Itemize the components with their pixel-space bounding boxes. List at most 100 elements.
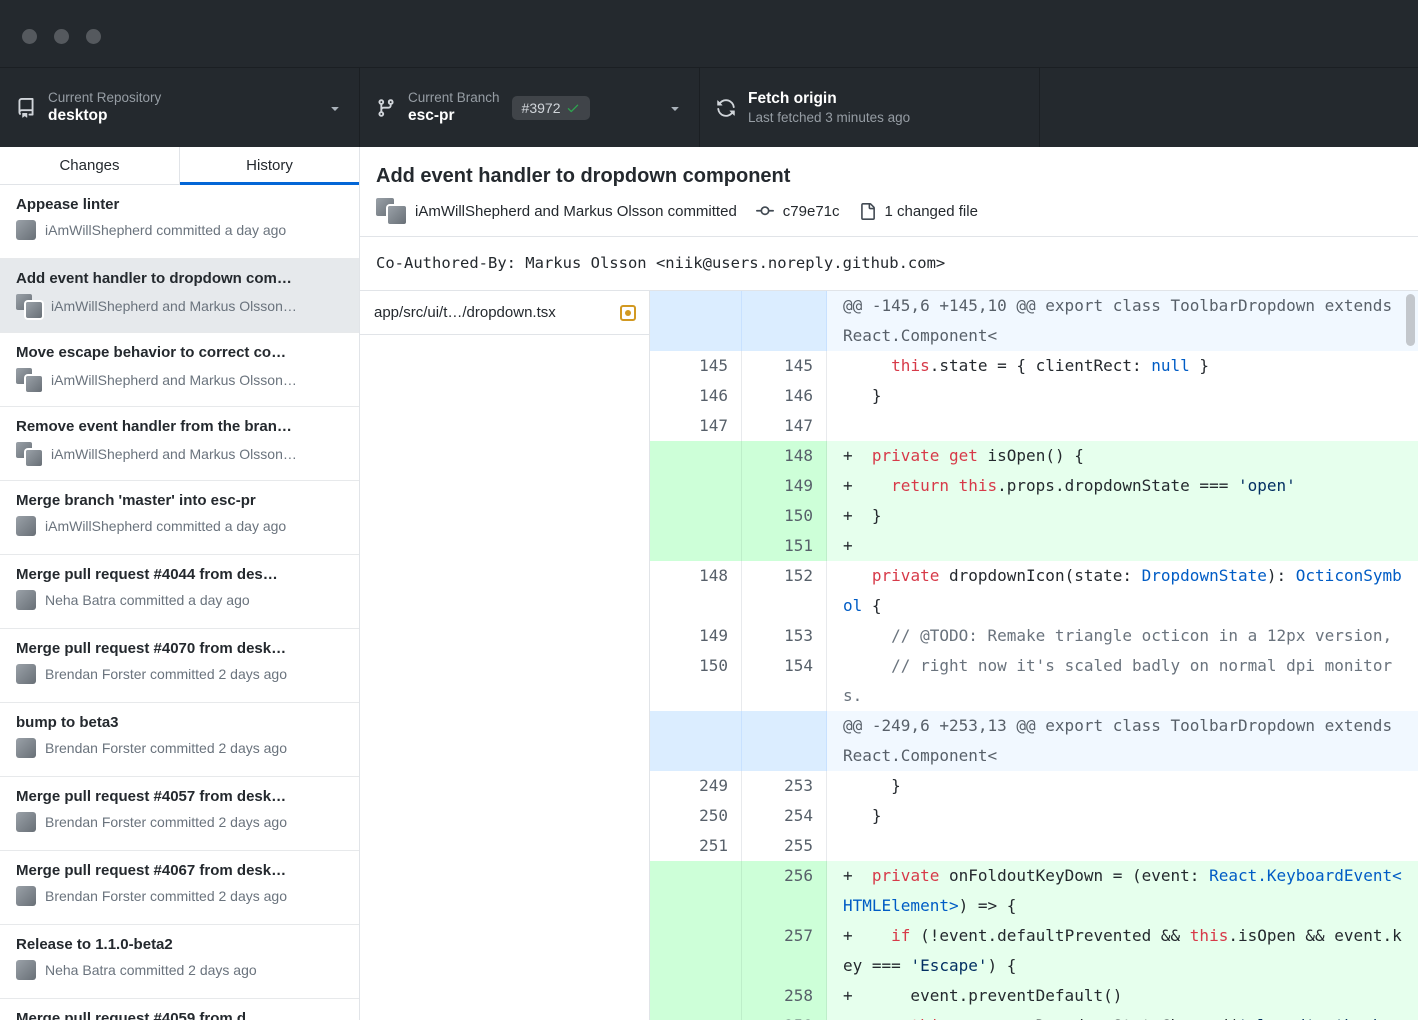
avatar (16, 220, 36, 240)
commit-sha: c79e71c (783, 203, 840, 220)
diff-new-line-number: 147 (742, 411, 827, 441)
diff-code-line: } (827, 381, 1418, 411)
diff-code-line (827, 411, 1418, 441)
diff-new-line-number: 255 (742, 831, 827, 861)
commit-list-item[interactable]: Merge pull request #4059 from d… (0, 999, 359, 1020)
tab-changes-label: Changes (59, 157, 119, 174)
current-branch-button[interactable]: Current Branch esc-pr #3972 (360, 68, 700, 147)
tab-history[interactable]: History (180, 147, 359, 184)
commit-list-item[interactable]: Merge branch 'master' into esc-priAmWill… (0, 481, 359, 555)
commit-item-byline: iAmWillShepherd committed a day ago (45, 518, 286, 534)
branch-label: Current Branch (408, 90, 500, 105)
commit-item-title: bump to beta3 (16, 714, 343, 731)
diff-code-line: } (827, 801, 1418, 831)
diff-code-line: // right now it's scaled badly on normal… (827, 651, 1418, 711)
diff-scrollbar-thumb[interactable] (1406, 294, 1415, 346)
diff-code-line (827, 831, 1418, 861)
diff-row: 145145 this.state = { clientRect: null } (650, 351, 1418, 381)
diff-old-line-number: 150 (650, 651, 742, 711)
diff-old-line-number (650, 531, 742, 561)
commit-item-title: Move escape behavior to correct co… (16, 344, 343, 361)
commit-list-item[interactable]: Release to 1.1.0-beta2 Neha Batra committ… (0, 925, 359, 999)
current-repository-button[interactable]: Current Repository desktop (0, 68, 360, 147)
repository-name: desktop (48, 107, 161, 125)
sync-icon (716, 98, 736, 118)
commit-list-item[interactable]: Add event handler to dropdown com…iAmWil… (0, 259, 359, 333)
commit-item-meta: iAmWillShepherd and Markus Olsson… (16, 442, 343, 466)
commit-detail: Add event handler to dropdown component … (360, 147, 1418, 1020)
commit-item-title: Remove event handler from the bran… (16, 418, 343, 435)
check-icon (566, 101, 580, 115)
diff-row: 250254 } (650, 801, 1418, 831)
changed-file-item[interactable]: app/src/ui/t…/dropdown.tsx (360, 291, 649, 335)
avatar-pair (16, 442, 42, 466)
commit-meta-row: iAmWillShepherd and Markus Olsson commit… (376, 198, 1402, 224)
diff-old-line-number (650, 1011, 742, 1020)
diff-old-line-number (650, 921, 742, 981)
diff-code-line: + return this.props.dropdownState === 'o… (827, 471, 1418, 501)
diff-view: @@ -145,6 +145,10 @@ export class Toolba… (650, 291, 1418, 1020)
diff-row: @@ -145,6 +145,10 @@ export class Toolba… (650, 291, 1418, 351)
diff-new-line-number: 150 (742, 501, 827, 531)
diff-old-line-number: 145 (650, 351, 742, 381)
commit-list-item[interactable]: Move escape behavior to correct co… iAmWi… (0, 333, 359, 407)
commit-list-item[interactable]: bump to beta3 Brendan Forster committed 2… (0, 703, 359, 777)
avatar (26, 302, 42, 318)
diff-new-line-number: 145 (742, 351, 827, 381)
diff-old-line-number: 147 (650, 411, 742, 441)
commit-item-byline: Brendan Forster committed 2 days ago (45, 888, 287, 904)
committer-avatars (376, 198, 406, 224)
diff-old-line-number: 249 (650, 771, 742, 801)
github-desktop-window: Current Repository desktop Current Branc… (0, 0, 1418, 1020)
diff-old-line-number: 251 (650, 831, 742, 861)
toolbar-spacer (1040, 68, 1418, 147)
commit-list-item[interactable]: Merge pull request #4067 from desk… Brend… (0, 851, 359, 925)
commit-list-item[interactable]: Merge pull request #4044 from des…Neha B… (0, 555, 359, 629)
commit-item-meta: Brendan Forster committed 2 days ago (16, 886, 343, 906)
commit-item-title: Appease linter (16, 196, 343, 213)
branch-name: esc-pr (408, 107, 500, 125)
commit-item-title: Release to 1.1.0-beta2 (16, 936, 343, 953)
diff-new-line-number (742, 711, 827, 771)
avatar (16, 590, 36, 610)
avatar (16, 664, 36, 684)
diff-new-line-number: 258 (742, 981, 827, 1011)
chevron-down-icon (327, 100, 343, 116)
minimize-window-button[interactable] (54, 29, 69, 44)
commit-item-title: Merge pull request #4067 from desk… (16, 862, 343, 879)
diff-new-line-number: 254 (742, 801, 827, 831)
commit-list-item[interactable]: Merge pull request #4070 from desk…Brend… (0, 629, 359, 703)
diff-new-line-number: 151 (742, 531, 827, 561)
diff-code-line: + this.props.onDropdownStateChanged('clo… (827, 1011, 1418, 1020)
avatar (388, 206, 406, 224)
commit-list-item[interactable]: Remove event handler from the bran… iAmWi… (0, 407, 359, 481)
diff-row: 148+ private get isOpen() { (650, 441, 1418, 471)
diff-old-line-number (650, 501, 742, 531)
diff-code-line: private dropdownIcon(state: DropdownStat… (827, 561, 1418, 621)
commit-item-meta: iAmWillShepherd and Markus Olsson… (16, 368, 343, 392)
diff-row: 150154 // right now it's scaled badly on… (650, 651, 1418, 711)
commit-item-byline: iAmWillShepherd and Markus Olsson… (51, 372, 297, 388)
avatar (26, 450, 42, 466)
diff-row: 257+ if (!event.defaultPrevented && this… (650, 921, 1418, 981)
close-window-button[interactable] (22, 29, 37, 44)
diff-row: 249253 } (650, 771, 1418, 801)
commit-item-byline: iAmWillShepherd and Markus Olsson… (51, 298, 297, 314)
diff-code-line: } (827, 771, 1418, 801)
avatar (16, 812, 36, 832)
tab-changes[interactable]: Changes (0, 147, 180, 184)
fetch-origin-button[interactable]: Fetch origin Last fetched 3 minutes ago (700, 68, 1040, 147)
modified-dot-icon (620, 305, 636, 321)
commit-item-byline: Brendan Forster committed 2 days ago (45, 740, 287, 756)
zoom-window-button[interactable] (86, 29, 101, 44)
commit-item-meta: Neha Batra committed 2 days ago (16, 960, 343, 980)
fetch-subtitle: Last fetched 3 minutes ago (748, 110, 910, 125)
titlebar (0, 0, 1418, 68)
window-controls (22, 29, 101, 44)
avatar (16, 886, 36, 906)
commit-list-item[interactable]: Merge pull request #4057 from desk…Brend… (0, 777, 359, 851)
commit-list-item[interactable]: Appease linteriAmWillShepherd committed … (0, 185, 359, 259)
diff-code-line: + event.preventDefault() (827, 981, 1418, 1011)
diff-row: 259+ this.props.onDropdownStateChanged('… (650, 1011, 1418, 1020)
commit-item-meta: Brendan Forster committed 2 days ago (16, 664, 343, 684)
